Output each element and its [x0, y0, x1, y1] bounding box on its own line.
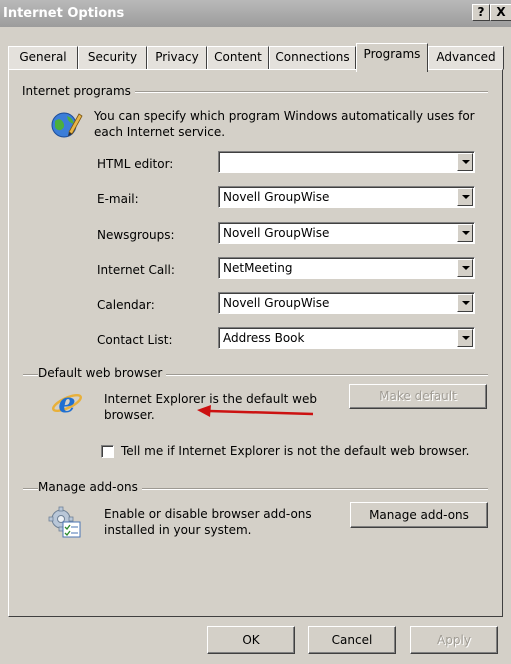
apply-button[interactable]: Apply	[410, 626, 498, 654]
default-browser-status-line2: browser.	[104, 408, 155, 422]
calendar-combo[interactable]: Novell GroupWise	[218, 292, 475, 314]
ok-button[interactable]: OK	[207, 626, 295, 654]
email-label: E-mail:	[97, 192, 139, 206]
html-editor-combo[interactable]	[218, 151, 475, 173]
tab-privacy[interactable]: Privacy	[147, 46, 207, 70]
internet-options-window: Internet Options ? X General Security Pr…	[0, 0, 511, 664]
contact-list-value: Address Book	[223, 331, 305, 345]
html-editor-label: HTML editor:	[97, 157, 174, 171]
internet-explorer-icon: e	[51, 388, 83, 418]
svg-text:e: e	[58, 388, 75, 418]
default-browser-check-label[interactable]: Tell me if Internet Explorer is not the …	[121, 444, 469, 459]
title-bar[interactable]: Internet Options ? X	[0, 0, 511, 27]
default-browser-heading: Default web browser	[38, 366, 167, 380]
chevron-down-icon[interactable]	[457, 188, 473, 206]
newsgroups-value: Novell GroupWise	[223, 226, 330, 240]
default-browser-checkbox[interactable]	[101, 445, 114, 458]
tab-advanced[interactable]: Advanced	[428, 46, 504, 70]
newsgroups-label: Newsgroups:	[97, 228, 175, 242]
calendar-label: Calendar:	[97, 298, 155, 312]
chevron-down-icon[interactable]	[457, 259, 473, 277]
internet-call-combo[interactable]: NetMeeting	[218, 257, 475, 279]
internet-programs-description-line1: You can specify which program Windows au…	[94, 109, 475, 123]
gear-list-icon	[48, 506, 81, 538]
calendar-value: Novell GroupWise	[223, 296, 330, 310]
window-title: Internet Options	[3, 6, 125, 21]
tab-programs[interactable]: Programs	[356, 43, 428, 72]
cancel-button[interactable]: Cancel	[308, 626, 396, 654]
internet-call-value: NetMeeting	[223, 261, 293, 275]
close-button[interactable]: X	[490, 4, 511, 21]
email-value: Novell GroupWise	[223, 190, 330, 204]
contact-list-label: Contact List:	[97, 333, 173, 347]
tab-content[interactable]: Content	[207, 46, 269, 70]
internet-call-label: Internet Call:	[97, 263, 175, 277]
globe-pencil-icon	[51, 112, 83, 138]
internet-programs-heading: Internet programs	[22, 84, 135, 98]
tab-connections[interactable]: Connections	[269, 46, 356, 70]
chevron-down-icon[interactable]	[457, 224, 473, 242]
tab-security[interactable]: Security	[78, 46, 147, 70]
chevron-down-icon[interactable]	[457, 153, 473, 171]
programs-tab-panel: Internet programs You can specify which …	[8, 69, 503, 617]
help-button[interactable]: ?	[472, 4, 490, 21]
manage-addons-button[interactable]: Manage add-ons	[350, 502, 488, 528]
email-combo[interactable]: Novell GroupWise	[218, 186, 475, 208]
newsgroups-combo[interactable]: Novell GroupWise	[218, 222, 475, 244]
manage-addons-heading: Manage add-ons	[38, 480, 142, 494]
manage-addons-description-line1: Enable or disable browser add-ons	[104, 507, 312, 521]
internet-programs-description-line2: each Internet service.	[94, 125, 226, 139]
annotation-arrow	[197, 405, 314, 417]
chevron-down-icon[interactable]	[457, 294, 473, 312]
tab-general[interactable]: General	[8, 46, 78, 70]
chevron-down-icon[interactable]	[457, 329, 473, 347]
contact-list-combo[interactable]: Address Book	[218, 327, 475, 349]
make-default-button[interactable]: Make default	[349, 384, 487, 409]
manage-addons-description-line2: installed in your system.	[104, 523, 252, 537]
